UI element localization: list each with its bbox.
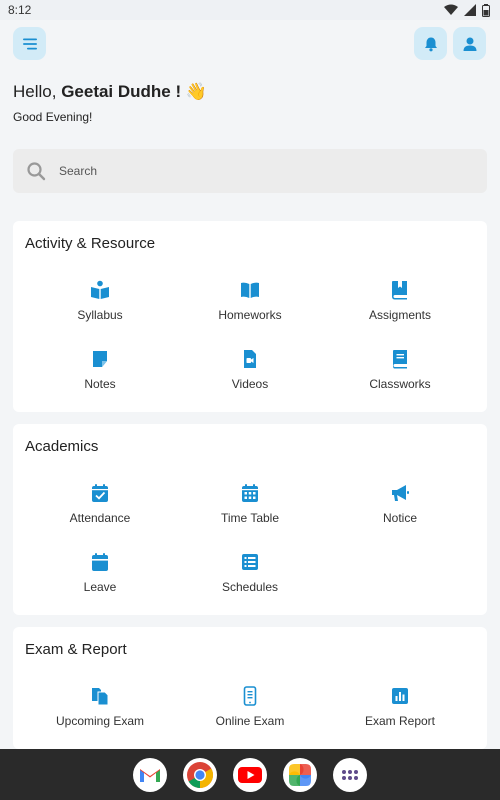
- search-placeholder: Search: [59, 164, 98, 178]
- tile-label: Leave: [83, 580, 117, 594]
- chart-report-icon: [392, 688, 408, 704]
- tile-label: Videos: [231, 377, 269, 391]
- tile-label: Notice: [382, 511, 417, 525]
- tile-label: Notes: [84, 377, 116, 391]
- calendar-grid-icon: [242, 484, 258, 502]
- status-time: 8:12: [8, 3, 32, 17]
- battery-icon: [482, 3, 490, 17]
- calendar-check-icon: [92, 484, 108, 502]
- app-dock: [0, 749, 500, 800]
- tile-assigments[interactable]: Assigments: [325, 277, 475, 337]
- bell-icon: [424, 37, 437, 51]
- tile-exam-report[interactable]: Exam Report: [325, 683, 475, 743]
- tile-syllabus[interactable]: Syllabus: [25, 277, 175, 337]
- tile-label: Classworks: [369, 377, 431, 391]
- tile-notice[interactable]: Notice: [325, 480, 475, 540]
- status-icons: [444, 3, 490, 17]
- profile-button[interactable]: [453, 27, 486, 60]
- tile-label: Attendance: [69, 511, 131, 525]
- photos-app[interactable]: [283, 757, 317, 792]
- youtube-icon: [238, 766, 262, 783]
- tile-label: Exam Report: [364, 714, 436, 728]
- book-reader-icon: [91, 280, 109, 299]
- search-bar[interactable]: Search: [13, 149, 487, 193]
- documents-icon: [92, 688, 109, 706]
- tile-label: Schedules: [221, 580, 279, 594]
- photos-icon: [289, 763, 311, 786]
- search-icon: [27, 162, 46, 181]
- section-title: Exam & Report: [25, 641, 127, 658]
- tile-leave[interactable]: Leave: [25, 549, 175, 609]
- tile-label: Online Exam: [215, 714, 285, 728]
- tile-label: Assigments: [368, 308, 432, 322]
- status-bar: 8:12: [0, 0, 500, 20]
- greeting-prefix: Hello,: [13, 82, 62, 101]
- tile-time-table[interactable]: Time Table: [175, 480, 325, 540]
- chrome-icon: [187, 761, 214, 788]
- signal-icon: [464, 4, 476, 16]
- menu-icon: [22, 38, 37, 49]
- note-icon: [93, 351, 107, 367]
- greeting-heading: Hello, Geetai Dudhe ! 👋: [13, 82, 207, 102]
- bookmark-book-icon: [392, 281, 407, 300]
- youtube-app[interactable]: [233, 757, 267, 792]
- megaphone-icon: [392, 485, 409, 501]
- tile-videos[interactable]: Videos: [175, 346, 325, 406]
- tile-label: Time Table: [220, 511, 280, 525]
- tile-label: Homeworks: [218, 308, 282, 322]
- gmail-icon: [140, 768, 160, 782]
- list-icon: [242, 554, 258, 570]
- calendar-icon: [92, 553, 108, 571]
- tile-homeworks[interactable]: Homeworks: [175, 277, 325, 337]
- wave-emoji: 👋: [185, 82, 208, 101]
- tile-classworks[interactable]: Classworks: [325, 346, 475, 406]
- section-title: Academics: [25, 438, 99, 455]
- tile-notes[interactable]: Notes: [25, 346, 175, 406]
- exam-report-card: Exam & Report Upcoming Exam Online Exam …: [13, 627, 487, 749]
- tile-label: Upcoming Exam: [55, 714, 145, 728]
- section-title: Activity & Resource: [25, 235, 156, 252]
- phone-exam-icon: [243, 686, 257, 706]
- greeting-subtitle: Good Evening!: [13, 110, 93, 124]
- tile-attendance[interactable]: Attendance: [25, 480, 175, 540]
- tile-online-exam[interactable]: Online Exam: [175, 683, 325, 743]
- menu-button[interactable]: [13, 27, 46, 60]
- activity-resource-card: Activity & Resource Syllabus Homeworks A…: [13, 221, 487, 412]
- tile-upcoming-exam[interactable]: Upcoming Exam: [25, 683, 175, 743]
- wifi-icon: [444, 4, 458, 15]
- tile-label: Syllabus: [77, 308, 123, 322]
- top-app-bar: [0, 27, 500, 61]
- video-file-icon: [244, 350, 256, 368]
- user-icon: [463, 37, 476, 51]
- user-name: Geetai Dudhe !: [61, 82, 182, 101]
- tile-schedules[interactable]: Schedules: [175, 549, 325, 609]
- chrome-app[interactable]: [183, 757, 217, 792]
- app-drawer-app[interactable]: [333, 757, 367, 792]
- open-book-icon: [241, 282, 259, 298]
- closed-book-icon: [393, 350, 407, 369]
- app-drawer-icon: [342, 769, 358, 780]
- notifications-button[interactable]: [414, 27, 447, 60]
- academics-card: Academics Attendance Time Table Notice L…: [13, 424, 487, 615]
- gmail-app[interactable]: [133, 757, 167, 792]
